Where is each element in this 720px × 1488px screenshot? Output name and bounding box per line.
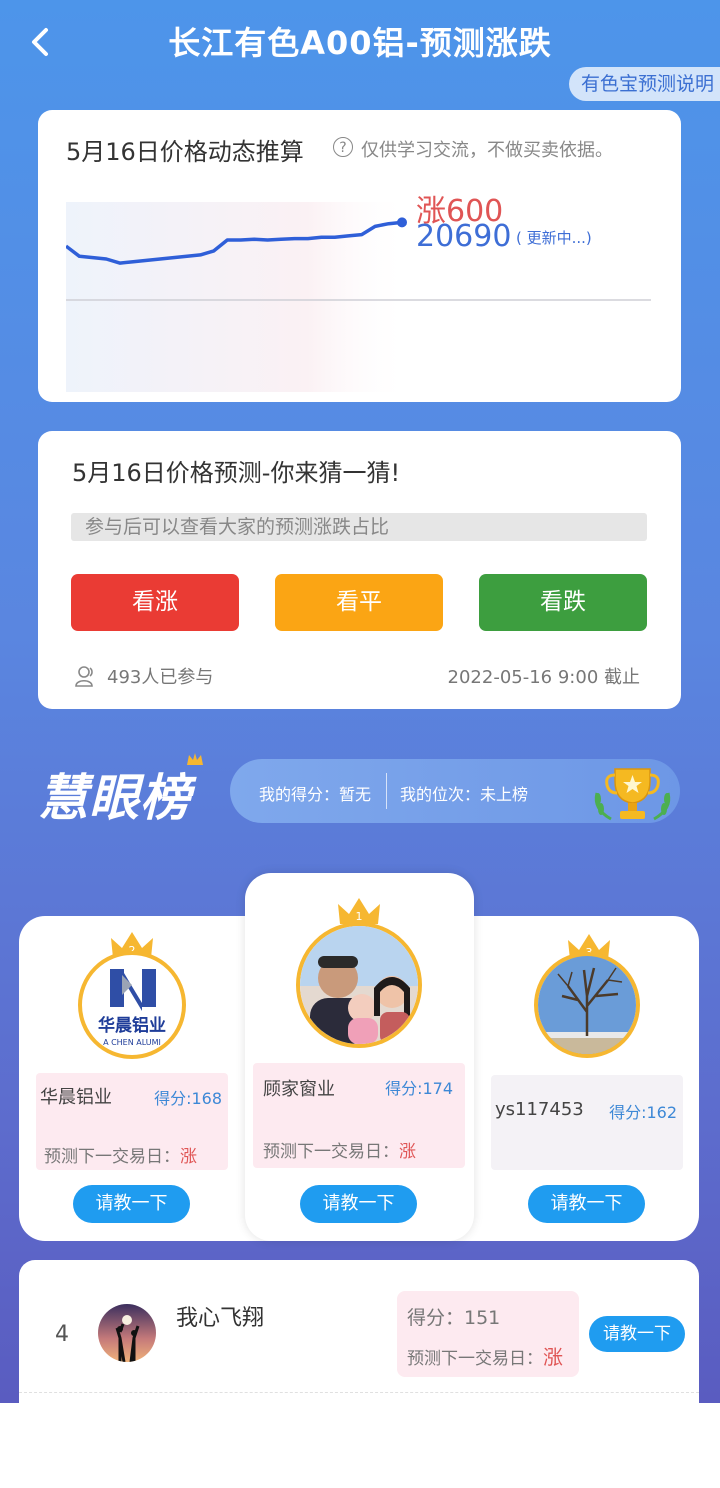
rank-4-info: 得分：151 预测下一交易日：涨 [397,1291,579,1377]
question-icon[interactable]: ? [333,137,353,157]
vote-down-button[interactable]: 看跌 [479,574,647,631]
my-ranking-bar: 我的得分：暂无 我的位次：未上榜 [230,759,680,823]
rank-2-info: 华晨铝业 得分:168 预测下一交易日：涨 [36,1073,228,1170]
rank-1-score: 得分:174 [385,1079,453,1098]
rank-3-name: ys117453 [495,1099,584,1120]
vote-card-title: 5月16日价格预测-你来猜一猜! [72,459,401,487]
price-card-note: 仅供学习交流，不做买卖依据。 [361,140,613,161]
vote-up-button[interactable]: 看涨 [71,574,239,631]
rank-2-name: 华晨铝业 [40,1087,112,1108]
prediction-label: 预测下一交易日： [263,1142,399,1162]
prediction-label: 预测下一交易日： [407,1349,543,1369]
price-estimate-card: 5月16日价格动态推算 ? 仅供学习交流，不做买卖依据。 涨600 20690 … [38,110,681,402]
ask-button-rank-2[interactable]: 请教一下 [73,1185,190,1223]
company-logo-text: 华晨铝业 [98,1015,166,1036]
prediction-value: 涨 [180,1147,197,1167]
ask-button-rank-1[interactable]: 请教一下 [300,1185,417,1223]
prediction-label: 预测下一交易日： [44,1147,180,1167]
latest-price-point [397,217,407,228]
rank-3-score: 得分:162 [609,1103,677,1122]
avatar[interactable] [98,1304,156,1362]
vote-flat-button[interactable]: 看平 [275,574,443,631]
user-prediction: 预测下一交易日：涨 [407,1341,563,1370]
prediction-value: 涨 [399,1142,416,1162]
company-logo-subtext: A CHEN ALUMI [103,1038,161,1047]
vote-ratio-hint: 参与后可以查看大家的预测涨跌占比 [71,513,647,541]
prediction-help-button[interactable]: 有色宝预测说明 [568,67,720,101]
chart-plot-background [66,202,411,392]
ask-button-rank-4[interactable]: 请教一下 [589,1316,685,1352]
rank-number: 4 [55,1322,69,1347]
rank-2-prediction: 预测下一交易日：涨 [44,1142,197,1167]
divider [386,773,387,809]
user-score: 得分：151 [407,1307,501,1329]
rank-1-name: 顾家窗业 [263,1079,335,1100]
rank-1-info: 顾家窗业 得分:174 预测下一交易日：涨 [253,1063,465,1168]
page-title: 长江有色A00铝-预测涨跌 [168,24,552,62]
leaderboard-logo: 慧眼榜 [38,769,191,827]
trophy-icon [594,768,671,821]
prediction-value: 涨 [543,1345,563,1369]
ask-button-rank-3[interactable]: 请教一下 [528,1185,645,1223]
my-score: 我的得分：暂无 [259,785,372,804]
avatar-rank-2[interactable]: 华晨铝业 A CHEN ALUMI [78,951,186,1059]
family-photo [300,926,418,1044]
avatar-rank-3[interactable] [534,952,640,1058]
silhouette-photo [98,1304,156,1362]
rank-1-prediction: 预测下一交易日：涨 [263,1137,416,1162]
price-card-title: 5月16日价格动态推算 [66,138,304,166]
list-item: 4 我心飞翔 得分：151 预测下一交易日：涨 请教一下 [19,1260,699,1403]
vote-deadline: 2022-05-16 9:00 截止 [447,667,640,688]
crown-icon [187,753,203,765]
current-price: 20690 [416,219,512,254]
user-name: 我心飞翔 [176,1306,265,1331]
tree-photo [538,956,636,1054]
my-rank: 我的位次：未上榜 [400,785,529,804]
avatar-rank-1[interactable] [296,922,422,1048]
update-status: ( 更新中...) [516,229,592,247]
users-icon [75,666,93,687]
company-logo-icon: 华晨铝业 A CHEN ALUMI [98,969,166,1047]
participant-count: 493人已参与 [107,667,214,688]
divider [19,1392,699,1393]
rank-3-info: ys117453 得分:162 [491,1075,683,1170]
prediction-vote-card: 5月16日价格预测-你来猜一猜! 参与后可以查看大家的预测涨跌占比 看涨 看平 … [38,431,681,709]
rank-2-score: 得分:168 [154,1089,222,1108]
